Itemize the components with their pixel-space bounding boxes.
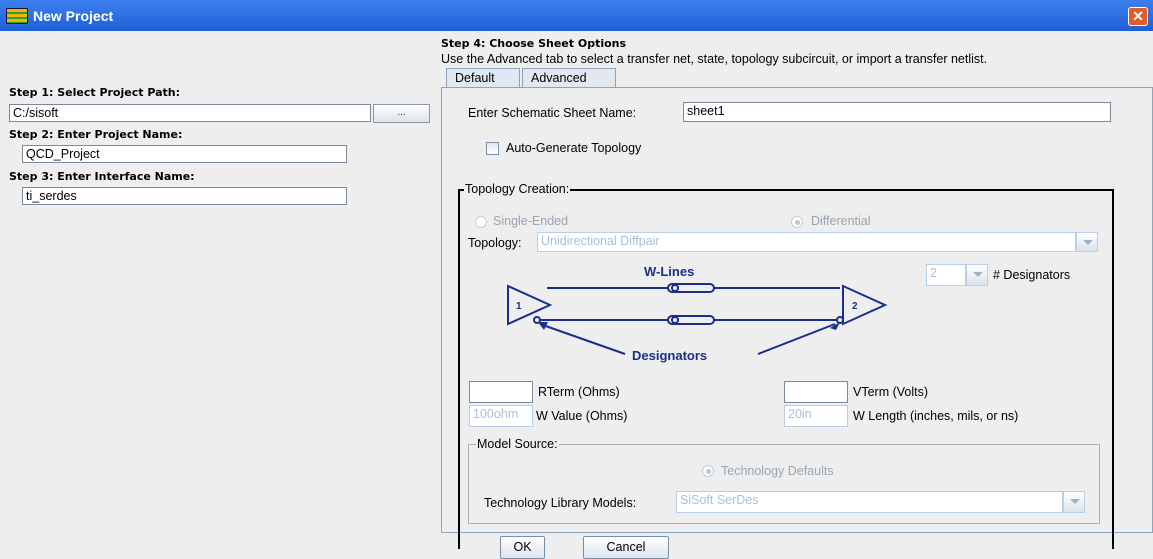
- wlines-diagram: W-Lines Designators 1 2: [507, 264, 888, 363]
- project-name-field[interactable]: QCD_Project: [22, 145, 347, 163]
- designators-count-label: # Designators: [993, 268, 1071, 282]
- model-source-legend: Model Source:: [476, 437, 559, 451]
- wvalue-label: W Value (Ohms): [536, 409, 628, 423]
- ok-button[interactable]: OK: [500, 536, 545, 559]
- designators-count-field[interactable]: 2: [926, 264, 966, 286]
- designators-label: Designators: [632, 348, 707, 363]
- step2-label: Step 2: Enter Project Name:: [9, 128, 183, 141]
- rterm-label: RTerm (Ohms): [538, 385, 620, 399]
- wlines-label: W-Lines: [644, 264, 694, 279]
- topology-select[interactable]: Unidirectional Diffpair: [537, 232, 1076, 252]
- tech-lib-dropdown-button[interactable]: [1063, 491, 1085, 513]
- tech-lib-label: Technology Library Models:: [484, 496, 637, 510]
- step4-title: Step 4: Choose Sheet Options: [441, 37, 627, 50]
- single-ended-label: Single-Ended: [493, 214, 569, 228]
- single-ended-radio[interactable]: [475, 216, 487, 228]
- tech-lib-select[interactable]: SiSoft SerDes: [676, 491, 1063, 513]
- topology-dropdown-button[interactable]: [1076, 232, 1098, 252]
- auto-generate-label: Auto-Generate Topology: [506, 141, 642, 155]
- step1-label: Step 1: Select Project Path:: [9, 86, 181, 99]
- driver-number: 1: [516, 301, 522, 312]
- cancel-button[interactable]: Cancel: [583, 536, 669, 559]
- app-icon: [6, 8, 28, 24]
- step3-label: Step 3: Enter Interface Name:: [9, 170, 195, 183]
- step4-description: Use the Advanced tab to select a transfe…: [441, 52, 988, 66]
- rterm-field[interactable]: [469, 381, 533, 403]
- topology-creation-legend: Topology Creation:: [464, 182, 571, 196]
- project-path-field[interactable]: C:/sisoft: [9, 104, 371, 122]
- sheet-name-label: Enter Schematic Sheet Name:: [468, 106, 637, 120]
- vterm-label: VTerm (Volts): [853, 385, 929, 399]
- differential-label: Differential: [811, 214, 871, 228]
- designators-count-dropdown[interactable]: [966, 264, 988, 286]
- window-title: New Project: [33, 8, 114, 24]
- browse-button[interactable]: ...: [373, 104, 430, 123]
- tab-advanced[interactable]: Advanced: [522, 68, 616, 87]
- topology-label: Topology:: [468, 236, 522, 250]
- interface-name-field[interactable]: ti_serdes: [22, 187, 347, 205]
- wvalue-field[interactable]: 100ohm: [469, 405, 533, 427]
- title-bar: New Project ✕: [0, 0, 1153, 31]
- technology-defaults-label: Technology Defaults: [721, 464, 834, 478]
- differential-radio[interactable]: [791, 216, 803, 228]
- sheet-name-field[interactable]: sheet1: [683, 102, 1111, 122]
- technology-defaults-radio[interactable]: [702, 465, 714, 477]
- auto-generate-checkbox[interactable]: [486, 142, 499, 155]
- vterm-field[interactable]: [784, 381, 848, 403]
- wlength-field[interactable]: 20in: [784, 405, 848, 427]
- wlength-label: W Length (inches, mils, or ns): [853, 409, 1019, 423]
- close-button[interactable]: ✕: [1128, 7, 1148, 26]
- receiver-number: 2: [852, 301, 858, 312]
- tab-default[interactable]: Default: [446, 68, 520, 87]
